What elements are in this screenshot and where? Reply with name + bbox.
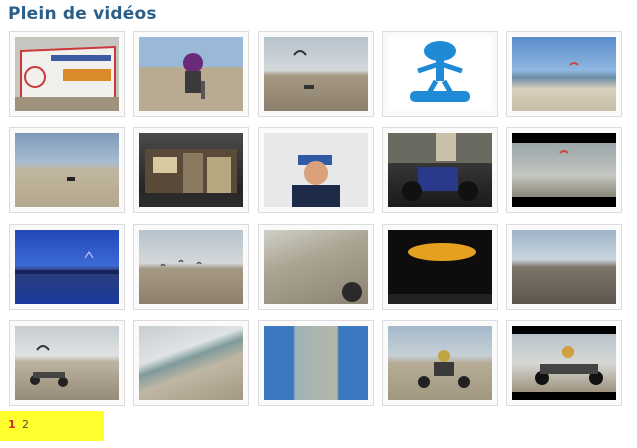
thumbnail-image bbox=[512, 326, 616, 400]
video-thumbnail-10[interactable] bbox=[506, 127, 622, 213]
video-thumbnail-5[interactable] bbox=[506, 31, 622, 117]
thumbnail-image bbox=[512, 133, 616, 207]
thumbnail-image bbox=[15, 133, 119, 207]
video-thumbnail-12[interactable] bbox=[133, 224, 249, 310]
thumbnail-image bbox=[15, 230, 119, 304]
video-thumbnail-1[interactable] bbox=[9, 31, 125, 117]
video-thumbnail-18[interactable] bbox=[258, 320, 374, 406]
thumbnail-image bbox=[512, 230, 616, 304]
video-thumbnail-14[interactable] bbox=[382, 224, 498, 310]
video-thumbnail-13[interactable] bbox=[258, 224, 374, 310]
video-thumbnail-8[interactable] bbox=[258, 127, 374, 213]
thumbnail-image bbox=[264, 230, 368, 304]
thumbnail-image bbox=[388, 37, 492, 111]
thumbnail-image bbox=[388, 326, 492, 400]
thumbnail-image bbox=[264, 133, 368, 207]
video-thumbnail-6[interactable] bbox=[9, 127, 125, 213]
video-thumbnail-grid bbox=[9, 31, 633, 414]
page-1-current[interactable]: 1 bbox=[8, 418, 16, 431]
thumbnail-image bbox=[388, 133, 492, 207]
video-thumbnail-9[interactable] bbox=[382, 127, 498, 213]
thumbnail-image bbox=[264, 37, 368, 111]
fous-dailes-logo bbox=[410, 41, 470, 102]
thumbnail-image bbox=[139, 37, 243, 111]
video-thumbnail-20[interactable] bbox=[506, 320, 622, 406]
thumbnail-image bbox=[139, 133, 243, 207]
page-2-link[interactable]: 2 bbox=[22, 418, 29, 431]
video-thumbnail-15[interactable] bbox=[506, 224, 622, 310]
thumbnail-image bbox=[15, 37, 119, 111]
thumbnail-image bbox=[512, 37, 616, 111]
pagination: 1 2 bbox=[0, 411, 104, 441]
video-thumbnail-4[interactable] bbox=[382, 31, 498, 117]
video-thumbnail-16[interactable] bbox=[9, 320, 125, 406]
video-thumbnail-11[interactable] bbox=[9, 224, 125, 310]
video-thumbnail-2[interactable] bbox=[133, 31, 249, 117]
video-thumbnail-19[interactable] bbox=[382, 320, 498, 406]
thumbnail-image bbox=[388, 230, 492, 304]
video-thumbnail-3[interactable] bbox=[258, 31, 374, 117]
video-thumbnail-7[interactable] bbox=[133, 127, 249, 213]
section-title: Plein de vidéos bbox=[8, 4, 157, 24]
thumbnail-image bbox=[15, 326, 119, 400]
video-thumbnail-17[interactable] bbox=[133, 320, 249, 406]
thumbnail-image bbox=[139, 230, 243, 304]
thumbnail-image bbox=[264, 326, 368, 400]
thumbnail-image bbox=[139, 326, 243, 400]
